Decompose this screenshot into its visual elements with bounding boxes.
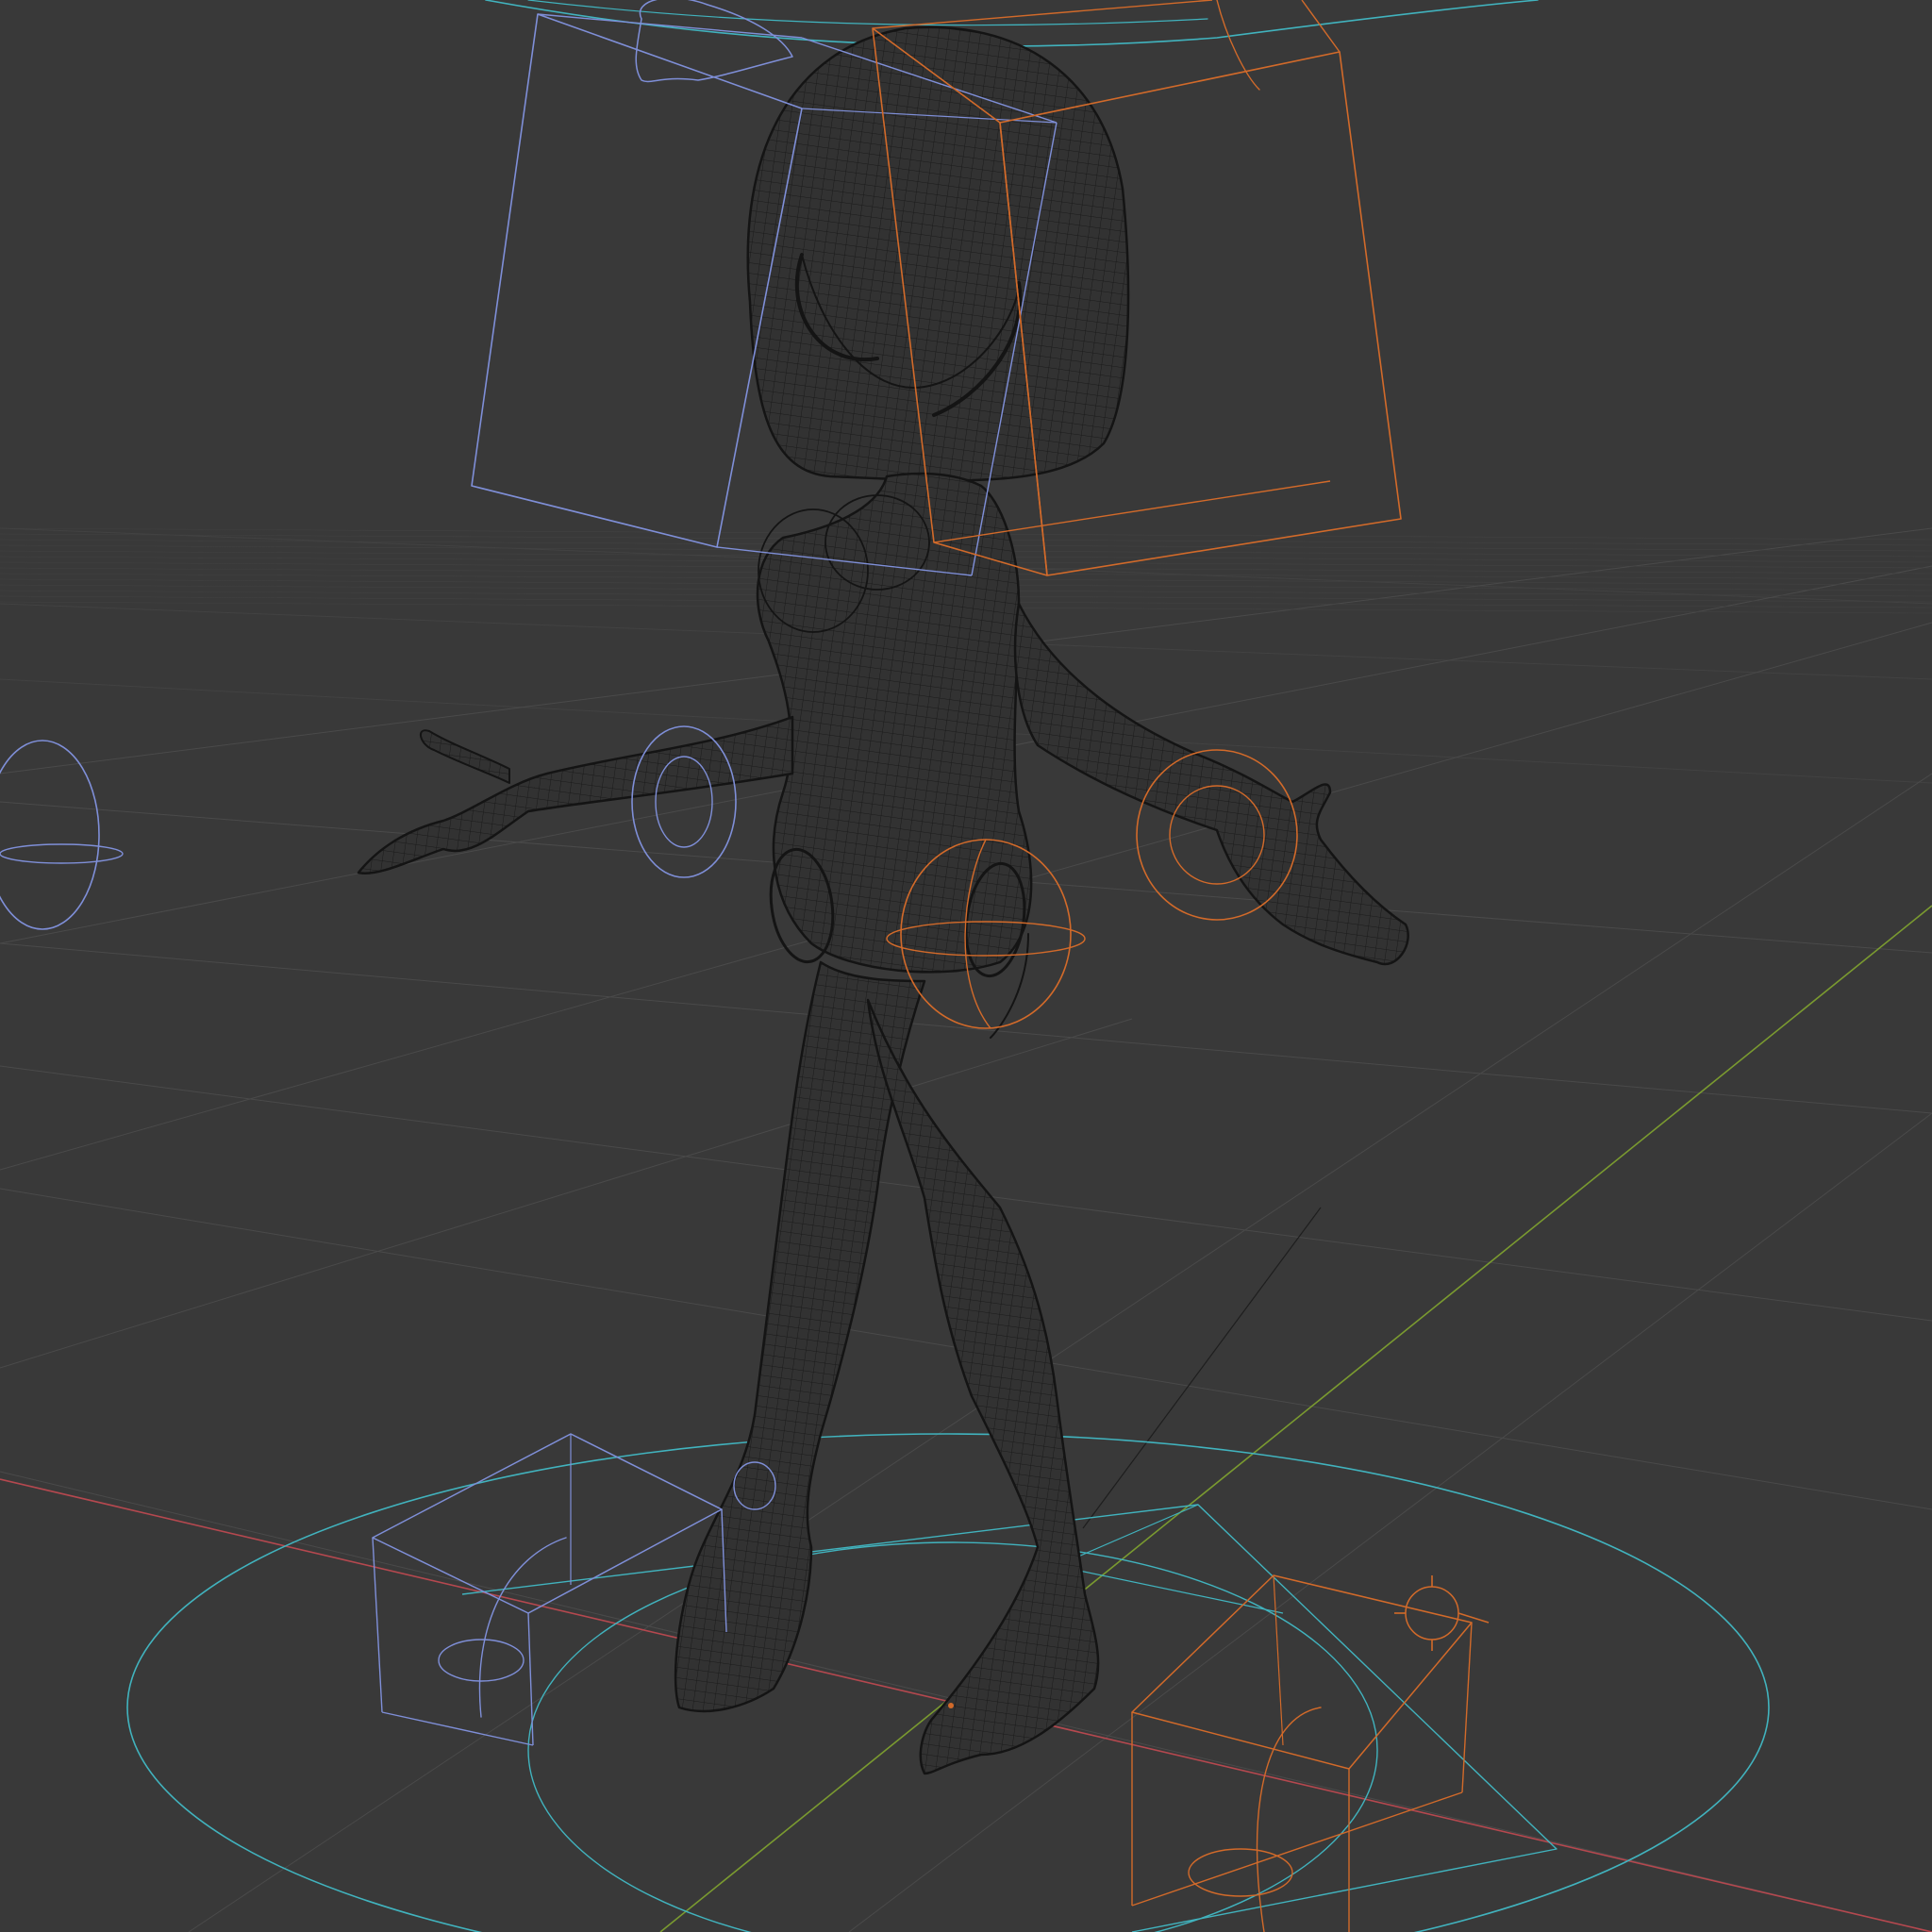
- foot-ik-right-ring[interactable]: [1188, 1848, 1293, 1897]
- foot-ik-left-top[interactable]: [372, 1433, 723, 1614]
- origin-dot: [948, 1703, 954, 1708]
- arm-pole-left[interactable]: [0, 740, 100, 930]
- viewport-canvas[interactable]: [0, 0, 1932, 1932]
- 3d-viewport[interactable]: [0, 0, 1932, 1932]
- head-control-left-curl[interactable]: [635, 0, 793, 83]
- grid-line: [188, 773, 1932, 1932]
- head-control-left-edge[interactable]: [537, 13, 803, 39]
- foot-ik-left-edge[interactable]: [381, 1711, 534, 1746]
- foot-ik-right-edge[interactable]: [1131, 1791, 1463, 1907]
- world-axes: [0, 905, 1932, 1932]
- leg-right-mesh[interactable]: [866, 998, 1100, 1775]
- foot-ik-right-arc[interactable]: [1256, 1707, 1322, 1932]
- torso-mesh[interactable]: [756, 472, 1033, 974]
- character-mesh[interactable]: [357, 25, 1409, 1775]
- thumb-left[interactable]: [420, 729, 510, 784]
- arm-right-mesh[interactable]: [1013, 602, 1409, 966]
- foot-ik-left-edge[interactable]: [372, 1537, 383, 1713]
- top-ring-inner[interactable]: [527, 0, 1208, 26]
- foot-ik-right-edge[interactable]: [1273, 1574, 1284, 1746]
- empty-axis-line: [1082, 1207, 1322, 1529]
- arm-pole-left-ring[interactable]: [0, 843, 124, 864]
